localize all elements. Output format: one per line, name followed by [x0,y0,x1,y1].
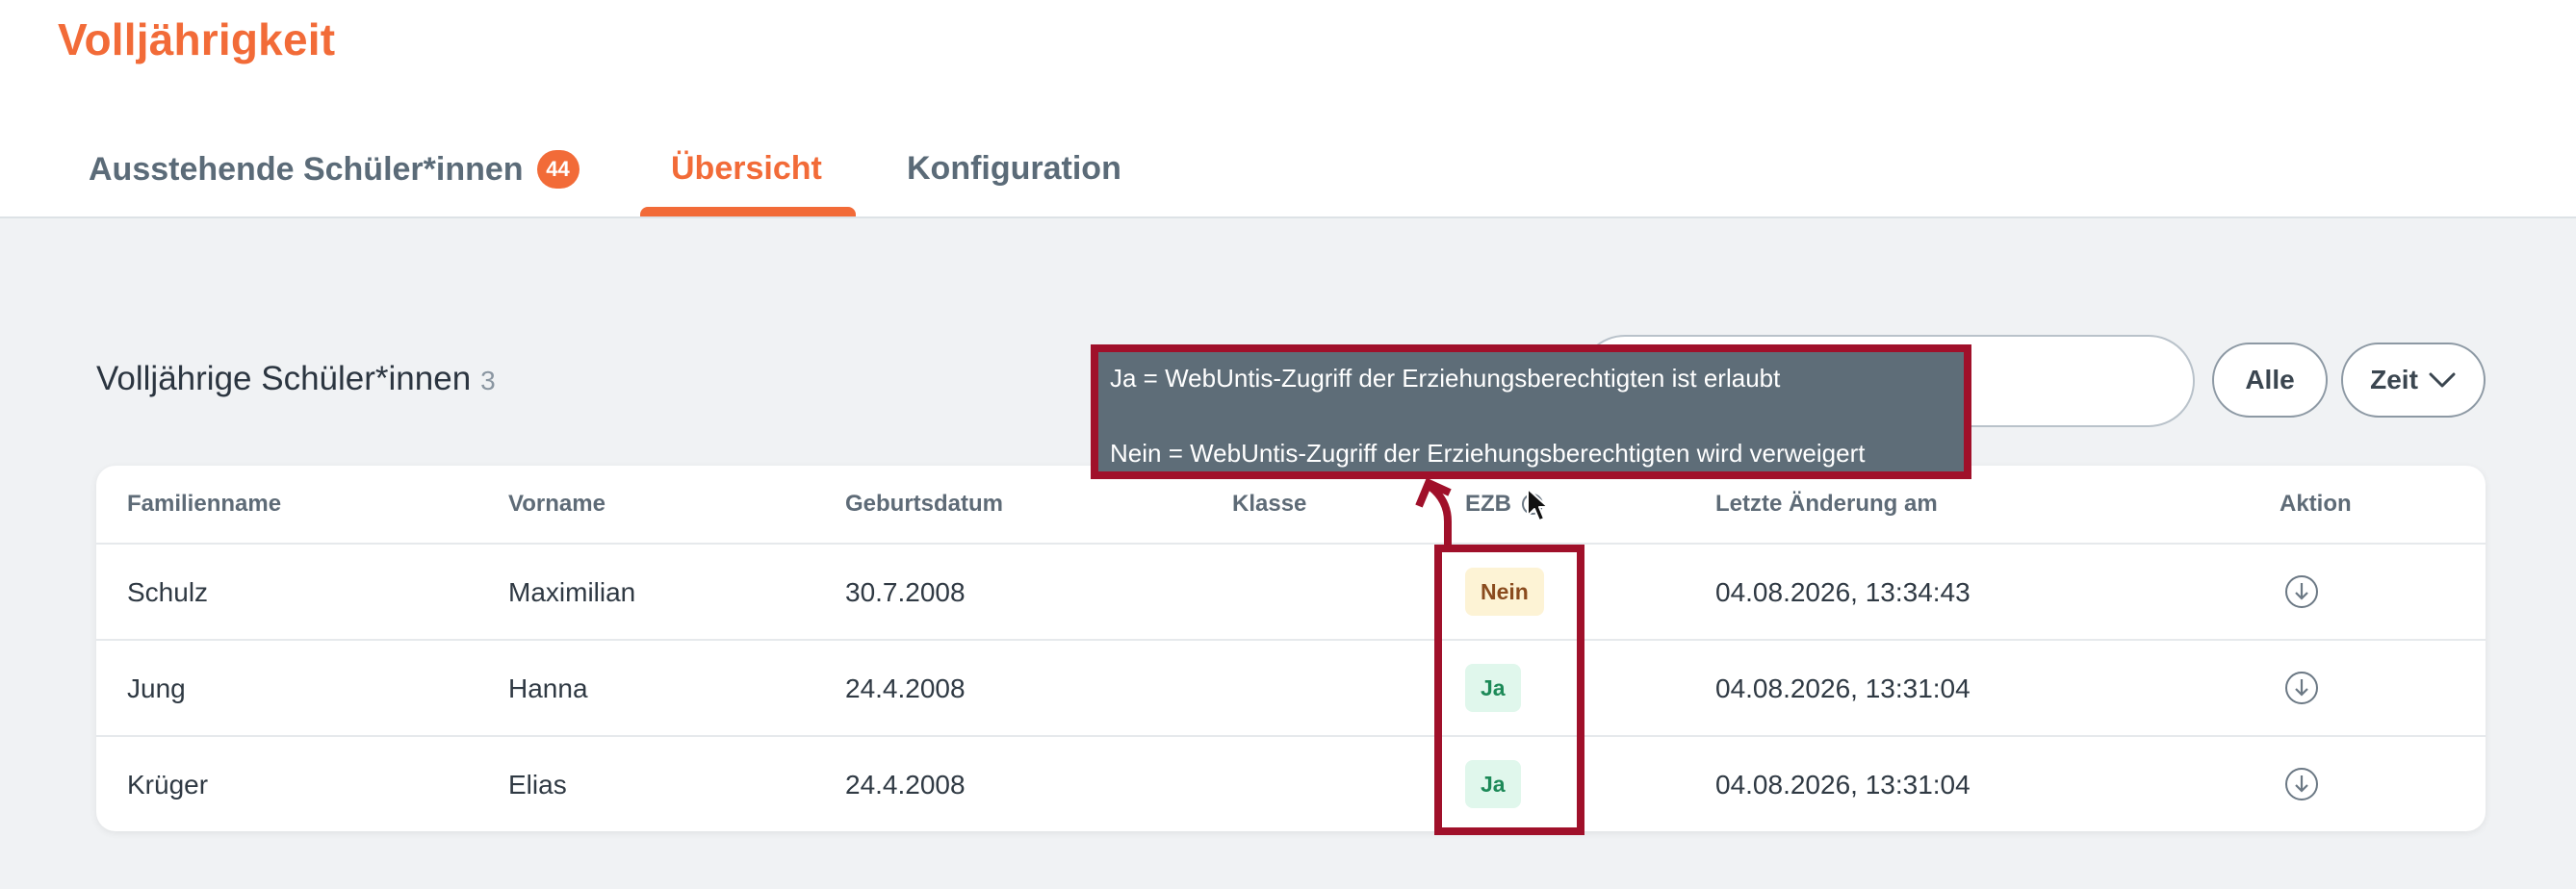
cell-last-changed: 04.08.2026, 13:34:43 [1715,577,1971,607]
section-title-label: Volljährige Schüler*innen [96,360,472,397]
annotation-arrow-icon [1415,477,1452,552]
tooltip-line-yes: Ja = WebUntis-Zugriff der Erziehungsbere… [1110,364,1781,393]
top-bar: Volljährigkeit Ausstehende Schüler*innen… [0,0,2576,218]
header-last-changed[interactable]: Letzte Änderung am [1715,491,1938,518]
header-class[interactable]: Klasse [1232,491,1306,518]
time-dropdown-button[interactable]: Zeit [2341,343,2486,418]
filter-all-label: Alle [2245,365,2295,394]
table-row[interactable]: Jung Hanna 24.4.2008 Ja 04.08.2026, 13:3… [96,639,2486,735]
download-icon[interactable] [2283,766,2320,802]
header-birthdate[interactable]: Geburtsdatum [845,491,1003,518]
table-row[interactable]: Schulz Maximilian 30.7.2008 Nein 04.08.2… [96,543,2486,639]
header-action: Aktion [2280,491,2352,517]
cell-firstname: Maximilian [508,577,636,607]
ezb-tooltip: Ja = WebUntis-Zugriff der Erziehungsbere… [1091,344,1971,479]
time-dropdown-label: Zeit [2370,365,2418,394]
page-title: Volljährigkeit [58,14,336,64]
cell-birthdate: 24.4.2008 [845,770,966,800]
section-count: 3 [480,366,496,395]
tab-pending-label: Ausstehende Schüler*innen [89,151,524,188]
active-tab-indicator [640,207,856,216]
tab-pending-students[interactable]: Ausstehende Schüler*innen 44 [89,150,580,189]
tab-configuration[interactable]: Konfiguration [907,150,1121,188]
chevron-down-icon [2429,372,2456,388]
download-icon[interactable] [2283,670,2320,706]
header-firstname[interactable]: Vorname [508,491,605,518]
cell-lastname: Jung [127,673,186,703]
tooltip-line-no: Nein = WebUntis-Zugriff der Erziehungsbe… [1110,439,1866,468]
cell-firstname: Elias [508,770,567,800]
pending-count-badge: 44 [536,150,580,189]
filter-all-button[interactable]: Alle [2212,343,2328,418]
cell-birthdate: 24.4.2008 [845,673,966,703]
students-table: Familienname Vorname Geburtsdatum Klasse… [96,466,2486,831]
cell-lastname: Schulz [127,577,209,607]
cell-firstname: Hanna [508,673,588,703]
tab-overview[interactable]: Übersicht [671,150,822,188]
mouse-cursor-icon [1527,488,1549,521]
ezb-column-highlight [1434,545,1584,835]
table-row[interactable]: Krüger Elias 24.4.2008 Ja 04.08.2026, 13… [96,735,2486,831]
download-icon[interactable] [2283,573,2320,610]
cell-last-changed: 04.08.2026, 13:31:04 [1715,673,1971,703]
section-title: Volljährige Schüler*innen 3 [96,360,496,398]
header-lastname[interactable]: Familienname [127,491,281,518]
cell-last-changed: 04.08.2026, 13:31:04 [1715,770,1971,800]
cell-lastname: Krüger [127,770,209,800]
cell-birthdate: 30.7.2008 [845,577,966,607]
